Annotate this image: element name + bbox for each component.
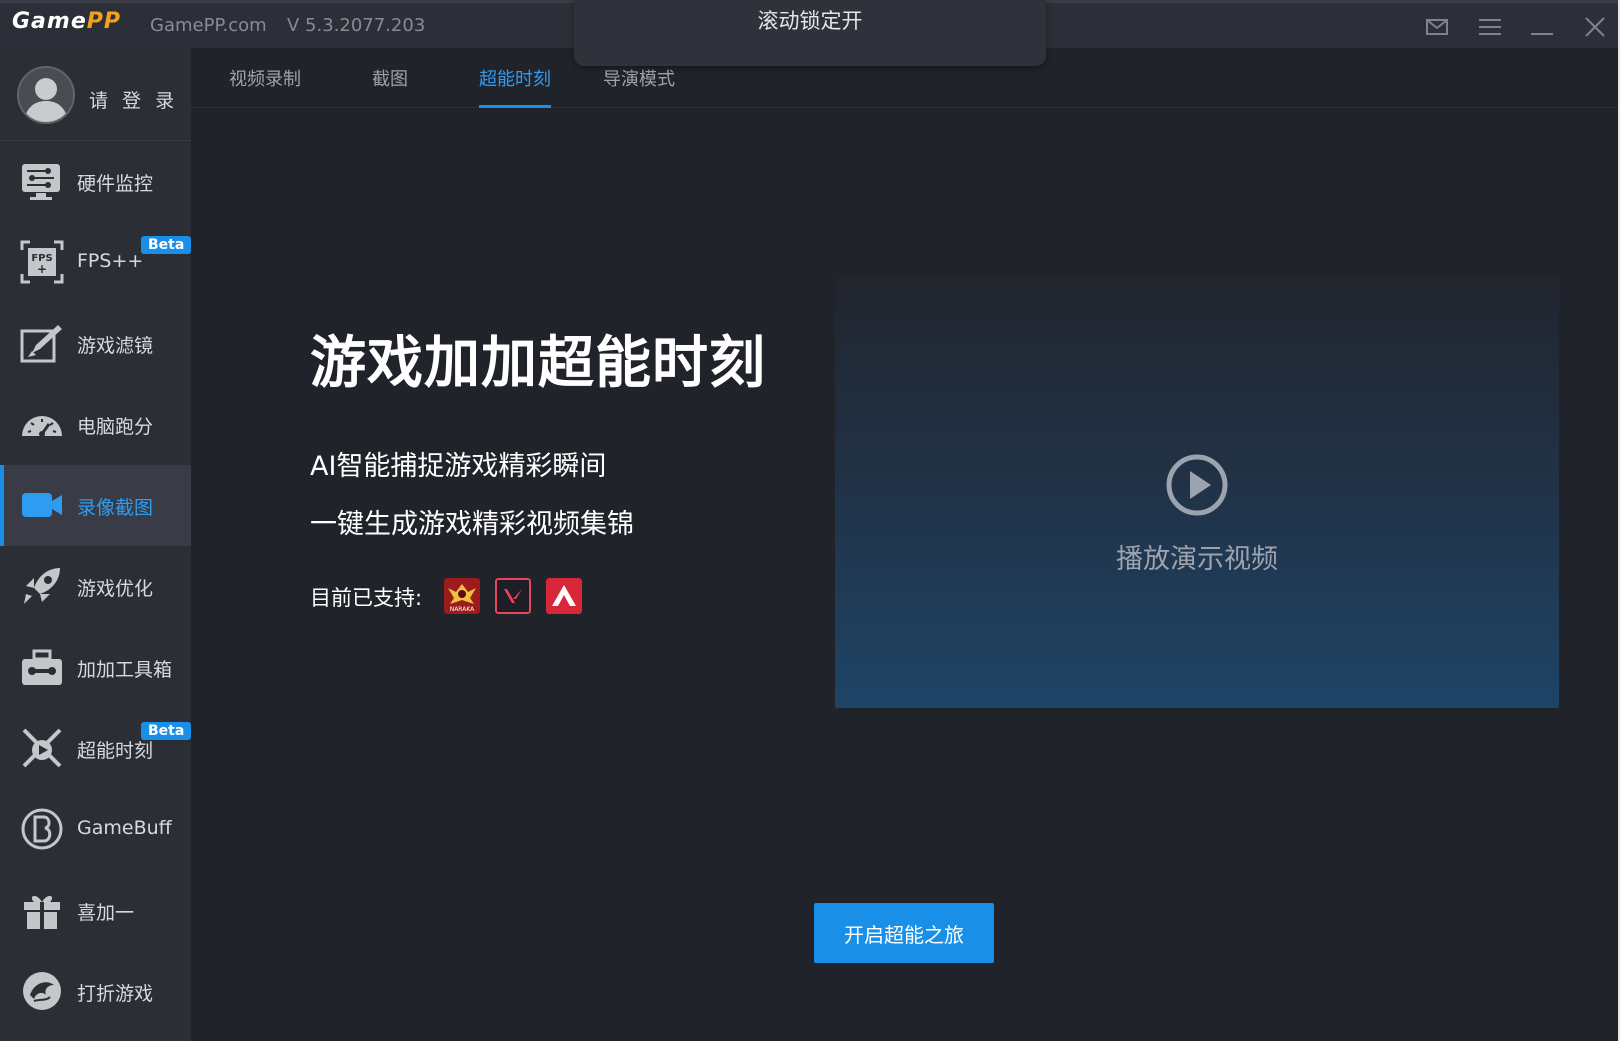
sidebar-item-label: FPS++ — [77, 250, 144, 272]
tab-screenshot[interactable]: 截图 — [372, 65, 408, 108]
sidebar-item-label: 超能时刻 — [77, 740, 154, 762]
sidebar-item-label: 游戏滤镜 — [77, 335, 154, 357]
sidebar-item-hardware-monitor[interactable]: 硬件监控 — [0, 141, 191, 222]
site-label: GamePP.com — [150, 15, 267, 36]
app-window: GamePP GamePP.com V 5.3.2077.203 滚动锁定开 请… — [0, 0, 1618, 1041]
toast-text: 滚动锁定开 — [757, 9, 863, 33]
logo-text-accent: PP — [86, 9, 121, 34]
rocket-icon — [24, 568, 60, 604]
user-login[interactable]: 请 登 录 — [0, 48, 191, 141]
active-indicator — [0, 465, 4, 546]
logo-text-main: Game — [12, 9, 87, 34]
hardware-monitor-icon — [22, 164, 60, 200]
close-icon — [1585, 17, 1605, 37]
login-label[interactable]: 请 登 录 — [89, 86, 178, 113]
fps-icon: FPS+ — [20, 240, 64, 284]
demo-video-player[interactable]: 播放演示视频 — [835, 275, 1559, 708]
minimize-button[interactable] — [1526, 11, 1558, 43]
sidebar-item-label: 打折游戏 — [77, 983, 154, 1005]
gamebuff-icon — [21, 808, 63, 850]
play-video-label[interactable]: 播放演示视频 — [835, 537, 1559, 576]
sidebar-item-label: 喜加一 — [77, 902, 135, 924]
scroll-lock-toast: 滚动锁定开 — [574, 0, 1046, 66]
sidebar-item-fps[interactable]: FPS + FPS++ Beta — [0, 222, 192, 303]
menu-button[interactable] — [1474, 11, 1506, 43]
tab-video-recording[interactable]: 视频录制 — [229, 65, 301, 108]
valorant-icon — [495, 578, 531, 614]
user-avatar-icon — [24, 78, 68, 122]
beta-badge: Beta — [141, 722, 192, 740]
app-logo: GamePP — [12, 9, 121, 34]
sidebar-item-label: 加加工具箱 — [77, 659, 173, 681]
sidebar-item-label: GameBuff — [77, 817, 172, 839]
swords-icon — [22, 728, 62, 768]
avatar[interactable] — [17, 66, 75, 124]
gift-icon — [24, 895, 60, 929]
page-title: 游戏加加超能时刻 — [310, 331, 766, 396]
tab-director-mode[interactable]: 导演模式 — [603, 65, 675, 108]
menu-icon — [1479, 19, 1501, 35]
naraka-icon: NARAKA — [444, 578, 480, 614]
sidebar-item-discount-games[interactable]: 打折游戏 — [0, 951, 191, 1032]
mail-icon — [1426, 19, 1448, 35]
sidebar-item-super-moment[interactable]: 超能时刻 Beta — [0, 708, 192, 789]
supported-games-label: 目前已支持: — [310, 586, 423, 610]
close-button[interactable] — [1579, 11, 1611, 43]
sidebar-item-game-filter[interactable]: 游戏滤镜 — [0, 303, 191, 384]
svg-text:+: + — [37, 262, 47, 276]
sidebar: 请 登 录 硬件监控 FPS + FPS++ Beta 游戏滤镜 电脑跑分 录像截… — [0, 48, 192, 1041]
benchmark-gauge-icon — [22, 416, 62, 437]
sidebar-item-toolbox[interactable]: 加加工具箱 — [0, 627, 191, 708]
sidebar-item-gamebuff[interactable]: GameBuff — [0, 789, 191, 870]
naraka-caption: NARAKA — [450, 606, 475, 613]
sidebar-item-free-games[interactable]: 喜加一 — [0, 870, 191, 951]
feature-line-2: 一键生成游戏精彩视频集锦 — [310, 509, 634, 540]
beta-badge: Beta — [141, 236, 192, 254]
sidebar-item-recording[interactable]: 录像截图 — [0, 465, 191, 546]
phoenix-icon — [23, 972, 61, 1010]
toolbox-icon — [22, 649, 62, 685]
camera-icon — [22, 493, 62, 517]
game-filter-icon — [20, 325, 62, 363]
tab-super-moment[interactable]: 超能时刻 — [479, 65, 551, 108]
sidebar-item-label: 游戏优化 — [77, 578, 154, 600]
start-super-moment-button[interactable]: 开启超能之旅 — [814, 903, 994, 963]
sidebar-item-game-optimize[interactable]: 游戏优化 — [0, 546, 191, 627]
sidebar-item-label: 硬件监控 — [77, 173, 154, 195]
sidebar-item-label: 电脑跑分 — [77, 416, 154, 438]
feature-line-1: AI智能捕捉游戏精彩瞬间 — [310, 451, 607, 482]
apex-icon — [546, 578, 582, 614]
sidebar-item-label: 录像截图 — [77, 497, 154, 519]
play-icon[interactable] — [1165, 453, 1229, 517]
version-label: V 5.3.2077.203 — [287, 15, 426, 36]
sidebar-item-benchmark[interactable]: 电脑跑分 — [0, 384, 191, 465]
minimize-icon — [1531, 33, 1553, 35]
mail-button[interactable] — [1421, 11, 1453, 43]
